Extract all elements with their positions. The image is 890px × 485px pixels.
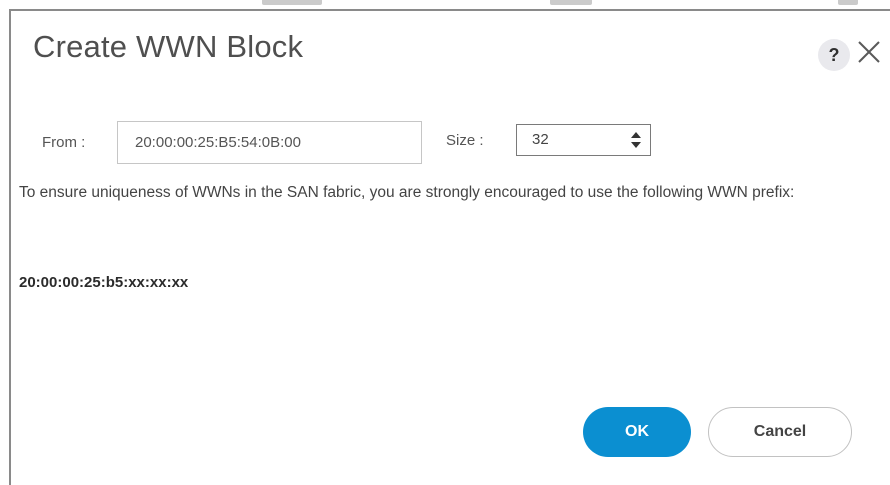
uniqueness-note: To ensure uniqueness of WWNs in the SAN … [19,184,795,201]
dialog-title: Create WWN Block [33,29,304,64]
screen: Create WWN Block ? From : Size : 32 To e… [0,0,890,485]
create-wwn-block-dialog: Create WWN Block ? From : Size : 32 To e… [9,9,890,485]
size-stepper[interactable]: 32 [516,124,651,156]
spinner-arrows-icon[interactable] [630,130,642,150]
background-fragment [838,0,858,5]
help-icon[interactable]: ? [818,39,850,71]
from-label: From : [42,134,86,151]
wwn-prefix: 20:00:00:25:b5:xx:xx:xx [19,274,189,291]
close-icon[interactable] [854,37,884,67]
from-input[interactable] [117,121,422,164]
cancel-button[interactable]: Cancel [708,407,852,457]
ok-button[interactable]: OK [583,407,691,457]
size-label: Size : [446,132,484,149]
background-fragment [550,0,592,5]
background-window-edge [0,0,890,9]
size-value: 32 [532,131,549,148]
background-fragment [262,0,322,5]
